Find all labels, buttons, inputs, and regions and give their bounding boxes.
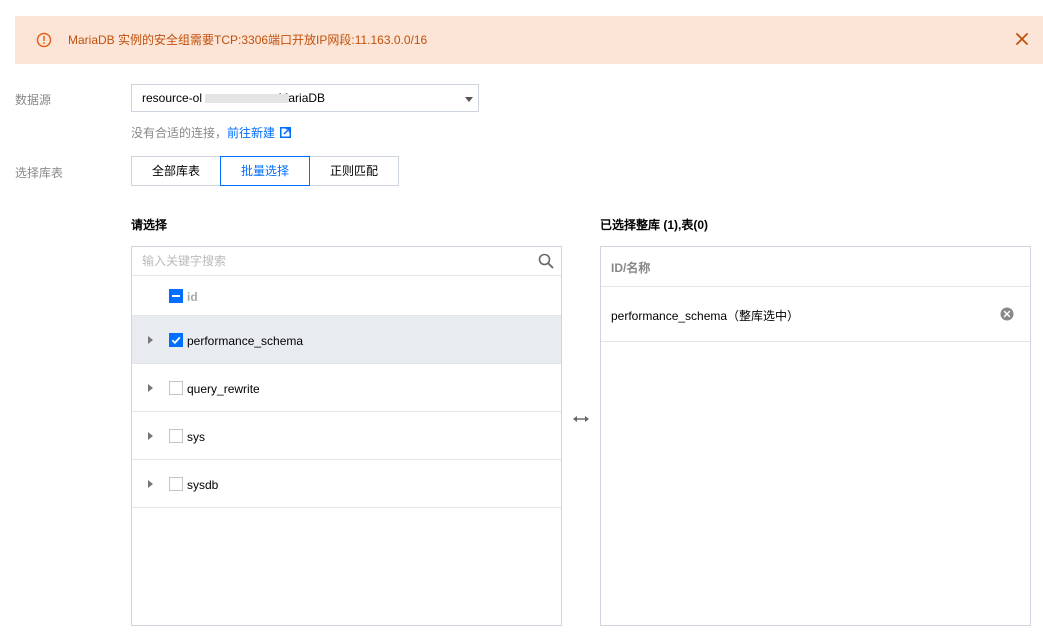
- list-item[interactable]: performance_schema: [132, 316, 561, 364]
- minus-icon: [172, 295, 180, 297]
- item-label: sys: [187, 430, 205, 444]
- mode-regex-match[interactable]: 正则匹配: [309, 156, 399, 186]
- item-checkbox[interactable]: [169, 381, 183, 395]
- list-item[interactable]: query_rewrite: [132, 364, 561, 412]
- chevron-down-icon: [465, 97, 473, 102]
- list-item[interactable]: sys: [132, 412, 561, 460]
- search-icon[interactable]: [538, 253, 554, 269]
- selected-list-panel: ID/名称 performance_schema（整库选中）: [600, 246, 1031, 626]
- header-id-label: id: [187, 290, 198, 304]
- expand-caret-icon[interactable]: [148, 384, 153, 392]
- item-checkbox[interactable]: [169, 333, 183, 347]
- search-box: [132, 247, 561, 276]
- selected-item: performance_schema（整库选中）: [601, 287, 1030, 342]
- create-new-link[interactable]: 前往新建: [227, 126, 275, 140]
- table-select-label: 选择库表: [15, 166, 64, 180]
- item-label: query_rewrite: [187, 382, 260, 396]
- mode-all-tables[interactable]: 全部库表: [131, 156, 221, 186]
- external-link-icon[interactable]: [280, 127, 292, 138]
- check-icon: [171, 336, 181, 345]
- item-checkbox[interactable]: [169, 477, 183, 491]
- selected-item-label: performance_schema（整库选中）: [611, 309, 800, 323]
- datasource-value-prefix: resource-ol: [142, 91, 203, 105]
- list-item[interactable]: sysdb: [132, 460, 561, 508]
- warning-circle-icon: [36, 32, 52, 48]
- security-group-alert: MariaDB 实例的安全组需要TCP:3306端口开放IP网段:11.163.…: [15, 16, 1043, 64]
- close-icon[interactable]: [1013, 30, 1031, 48]
- selected-list-header: ID/名称: [601, 247, 1030, 287]
- datasource-hint: 没有合适的连接，前往新建: [131, 124, 292, 141]
- alert-message: MariaDB 实例的安全组需要TCP:3306端口开放IP网段:11.163.…: [68, 33, 428, 47]
- header-id-name-label: ID/名称: [611, 261, 651, 275]
- source-list-panel: id performance_schema query_rewrite sys …: [131, 246, 562, 626]
- expand-caret-icon[interactable]: [148, 336, 153, 344]
- list-header-row: id: [132, 276, 561, 316]
- left-panel-title: 请选择: [131, 218, 168, 232]
- transfer-arrows-icon: [573, 416, 589, 422]
- datasource-select[interactable]: resource-ol tMariaDB: [131, 84, 479, 112]
- select-all-checkbox[interactable]: [169, 289, 183, 303]
- datasource-label: 数据源: [15, 93, 52, 107]
- mode-batch-select[interactable]: 批量选择: [220, 156, 310, 186]
- remove-circle-icon[interactable]: [1000, 307, 1014, 321]
- item-label: sysdb: [187, 478, 219, 492]
- item-label: performance_schema: [187, 334, 304, 348]
- item-checkbox[interactable]: [169, 429, 183, 443]
- expand-caret-icon[interactable]: [148, 480, 153, 488]
- expand-caret-icon[interactable]: [148, 432, 153, 440]
- search-input[interactable]: [142, 251, 522, 271]
- hint-text: 没有合适的连接，: [131, 126, 228, 140]
- masked-text: [205, 94, 289, 103]
- right-panel-title: 已选择整库 (1),表(0): [600, 218, 709, 232]
